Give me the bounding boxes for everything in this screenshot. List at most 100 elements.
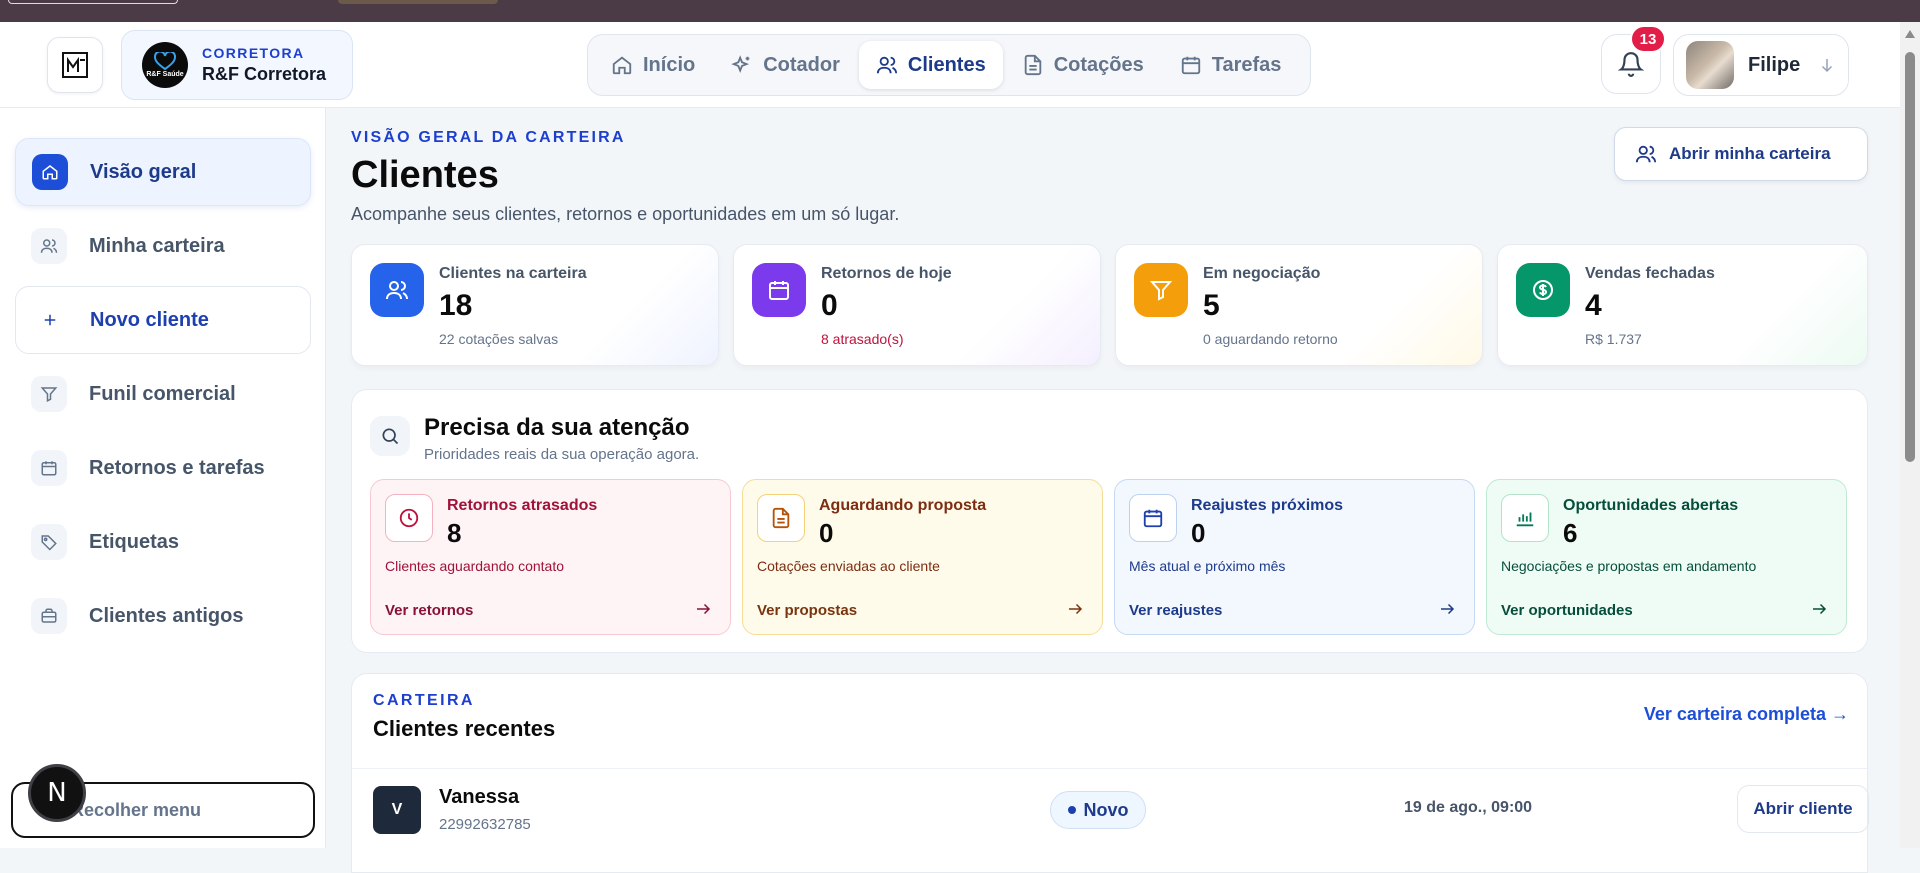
status-dot [1067, 806, 1076, 814]
attention-card-link[interactable]: Ver propostas [757, 602, 857, 619]
top-nav: Início Cotador Clientes Cotações Tarefas [587, 34, 1311, 96]
stat-card-vendas[interactable]: Vendas fechadas 4 R$ 1.737 [1497, 244, 1868, 366]
nav-clientes[interactable]: Clientes [858, 41, 1003, 89]
stat-value: 18 [439, 289, 473, 322]
nav-inicio[interactable]: Início [594, 41, 712, 89]
attention-card-link[interactable]: Ver oportunidades [1501, 602, 1633, 619]
users-icon [31, 228, 67, 264]
arrow-right-icon[interactable] [694, 600, 712, 618]
sidebar-item-clientes-antigos[interactable]: Clientes antigos [15, 582, 311, 650]
open-wallet-label: Abrir minha carteira [1669, 144, 1831, 163]
file-icon [1024, 54, 1041, 76]
user-menu[interactable]: Filipe [1673, 34, 1849, 96]
stat-label: Retornos de hoje [821, 265, 952, 282]
nav-cotador[interactable]: Cotador [714, 41, 857, 89]
sidebar-item-etiquetas[interactable]: Etiquetas [15, 508, 311, 576]
tag-icon [31, 524, 67, 560]
sidebar-item-funil[interactable]: Funil comercial [15, 360, 311, 428]
dev-tools-label: N [47, 778, 67, 808]
attention-card-propostas[interactable]: Aguardando proposta 0 Cotações enviadas … [742, 479, 1103, 635]
plus-icon [32, 302, 68, 338]
arrow-right-icon[interactable] [1066, 600, 1084, 618]
arrow-right-icon[interactable] [1438, 600, 1456, 618]
stat-label: Vendas fechadas [1585, 265, 1715, 282]
scroll-up-icon[interactable] [1905, 30, 1915, 38]
open-wallet-button[interactable]: Abrir minha carteira [1614, 127, 1868, 181]
attention-card-desc: Cotações enviadas ao cliente [757, 558, 940, 574]
recent-clients-panel: CARTEIRA Clientes recentes Ver carteira … [351, 673, 1869, 873]
sidebar-item-label: Visão geral [90, 160, 197, 183]
attention-card-desc: Mês atual e próximo mês [1129, 558, 1286, 574]
attention-card-title: Retornos atrasados [447, 497, 598, 514]
stat-note: 0 aguardando retorno [1203, 331, 1338, 347]
page-scrollbar[interactable] [1900, 22, 1920, 848]
page-kicker: VISÃO GERAL DA CARTEIRA [351, 129, 626, 146]
attention-card-retornos[interactable]: Retornos atrasados 8 Clientes aguardando… [370, 479, 731, 635]
sidebar-item-minha-carteira[interactable]: Minha carteira [15, 212, 311, 280]
calendar-icon [31, 450, 67, 486]
attention-card-desc: Negociações e propostas em andamento [1501, 558, 1757, 574]
stat-value: 0 [821, 289, 838, 322]
notifications-badge: 13 [1630, 25, 1666, 53]
attention-card-link[interactable]: Ver reajustes [1129, 602, 1222, 619]
attention-card-oportunidades[interactable]: Oportunidades abertas 6 Negociações e pr… [1486, 479, 1847, 635]
table-row[interactable]: V Vanessa 22992632785 Novo 19 de ago., 0… [352, 769, 1869, 849]
page-title: Clientes [351, 154, 499, 196]
client-name: Vanessa [439, 786, 520, 808]
users-icon [1635, 145, 1657, 163]
sidebar-item-retornos[interactable]: Retornos e tarefas [15, 434, 311, 502]
attention-panel: Precisa da sua atenção Prioridades reais… [351, 389, 1868, 653]
stat-card-clientes[interactable]: Clientes na carteira 18 22 cotações salv… [351, 244, 719, 366]
home-icon [32, 154, 68, 190]
user-name: Filipe [1748, 53, 1801, 76]
stat-note: 8 atrasado(s) [821, 331, 904, 347]
users-icon [876, 56, 897, 74]
page-subtitle: Acompanhe seus clientes, retornos e opor… [351, 204, 900, 224]
dev-tools-button[interactable]: N [28, 764, 86, 822]
heart-icon [154, 52, 176, 70]
sidebar-item-label: Etiquetas [89, 530, 180, 553]
users-icon [370, 263, 424, 317]
client-date: 19 de ago., 09:00 [1404, 799, 1533, 816]
avatar [1686, 41, 1734, 89]
brand-name: R&F Corretora [202, 64, 327, 84]
nav-tarefas[interactable]: Tarefas [1163, 41, 1299, 89]
sparkles-icon [731, 55, 750, 73]
stat-value: 4 [1585, 289, 1602, 322]
view-full-wallet-link[interactable]: Ver carteira completa → [1644, 704, 1849, 725]
scrollbar-thumb[interactable] [1905, 52, 1915, 462]
attention-card-value: 8 [447, 518, 462, 548]
sidebar-item-novo-cliente[interactable]: Novo cliente [15, 286, 311, 354]
sidebar-item-visao-geral[interactable]: Visão geral [15, 138, 311, 206]
attention-card-link[interactable]: Ver retornos [385, 602, 473, 619]
attention-card-title: Aguardando proposta [819, 497, 987, 514]
sidebar-item-label: Minha carteira [89, 234, 225, 257]
client-avatar: V [373, 786, 421, 834]
app-logo[interactable] [47, 37, 103, 93]
recent-title: Clientes recentes [373, 716, 556, 741]
stat-card-retornos[interactable]: Retornos de hoje 0 8 atrasado(s) [733, 244, 1101, 366]
stat-card-negociacao[interactable]: Em negociação 5 0 aguardando retorno [1115, 244, 1483, 366]
status-badge: Novo [1050, 791, 1146, 829]
arrow-right-icon[interactable] [1810, 600, 1828, 618]
nav-cotacoes[interactable]: Cotações [1005, 41, 1161, 89]
attention-card-desc: Clientes aguardando contato [385, 558, 565, 574]
stat-note: R$ 1.737 [1585, 331, 1642, 347]
open-client-button[interactable]: Abrir cliente [1737, 785, 1869, 833]
stat-label: Clientes na carteira [439, 265, 587, 282]
attention-card-value: 0 [1191, 518, 1206, 548]
attention-card-value: 0 [819, 518, 834, 548]
brand-switcher[interactable]: R&F Saúde CORRETORA R&F Corretora [121, 30, 353, 100]
dollar-icon [1516, 263, 1570, 317]
attention-card-title: Oportunidades abertas [1563, 497, 1739, 514]
nav-label: Cotações [1053, 53, 1144, 76]
nav-label: Clientes [907, 53, 986, 76]
sidebar-item-label: Funil comercial [89, 382, 236, 405]
attention-card-reajustes[interactable]: Reajustes próximos 0 Mês atual e próximo… [1114, 479, 1475, 635]
sidebar-item-label: Retornos e tarefas [89, 456, 265, 479]
collapse-menu-label: Recolher menu [71, 799, 202, 820]
attention-title: Precisa da sua atenção [424, 414, 690, 441]
stat-value: 5 [1203, 289, 1220, 322]
stat-label: Em negociação [1203, 265, 1321, 282]
sidebar-item-label: Novo cliente [90, 308, 209, 331]
